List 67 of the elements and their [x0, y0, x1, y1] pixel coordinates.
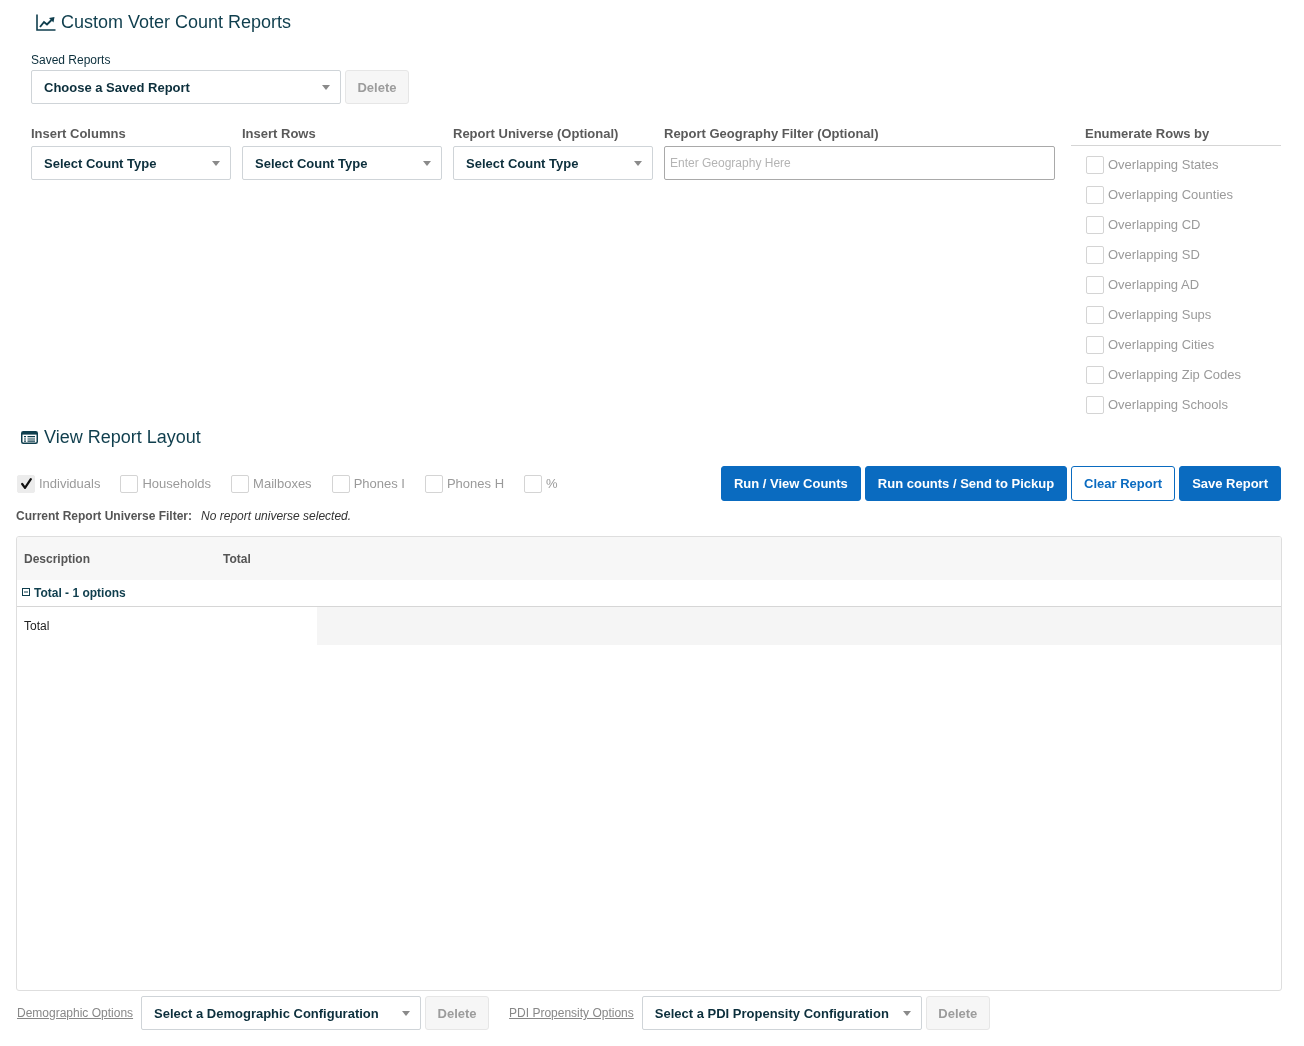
field-label: Saved Reports — [31, 52, 111, 68]
count-type-dropdown[interactable]: Select Count Type — [242, 146, 442, 180]
field-label: Report Universe (Optional) — [453, 126, 620, 142]
checkbox[interactable] — [331, 474, 350, 493]
checkbox[interactable] — [120, 474, 139, 493]
options-link[interactable]: PDI Propensity Options — [509, 1005, 634, 1021]
checkbox[interactable] — [1086, 246, 1104, 264]
checkbox[interactable] — [231, 474, 250, 493]
configuration-dropdown[interactable]: Select a PDI Propensity Configuration — [641, 996, 922, 1030]
checkbox[interactable] — [1086, 156, 1104, 174]
checkbox-label: Overlapping CD — [1108, 217, 1201, 233]
field-label: Insert Rows — [242, 126, 317, 142]
count-type-dropdown[interactable]: Select Count Type — [453, 146, 653, 180]
checkbox-label: Overlapping Sups — [1108, 307, 1212, 323]
section-label: Enumerate Rows by — [1071, 126, 1281, 146]
action-button[interactable]: Run counts / Send to Pickup — [864, 466, 1068, 501]
options-link[interactable]: Demographic Options — [17, 1005, 134, 1021]
column-header: Description — [23, 550, 91, 567]
configuration-dropdown[interactable]: Select a Demographic Configuration — [141, 996, 422, 1030]
checkbox[interactable] — [1086, 276, 1104, 294]
caret-icon — [212, 160, 220, 166]
checkbox-label: Overlapping Cities — [1108, 337, 1215, 353]
checkbox[interactable] — [17, 474, 35, 493]
checkbox-label: Households — [142, 475, 212, 492]
caret-icon — [634, 160, 642, 166]
checkbox[interactable] — [1086, 366, 1104, 384]
list-icon — [21, 430, 38, 444]
row-label: Total — [23, 618, 51, 635]
action-button[interactable]: Run / View Counts — [720, 466, 861, 501]
page-title: Custom Voter Count Reports — [61, 11, 292, 34]
checkbox-label: Mailboxes — [253, 475, 312, 492]
action-button[interactable]: Clear Report — [1071, 466, 1176, 501]
checkmark-icon — [20, 478, 32, 489]
filter-value: No report universe selected. — [201, 508, 352, 524]
checkbox[interactable] — [1086, 306, 1104, 324]
checkbox-label: Phones H — [446, 475, 505, 492]
group-label: Total - 1 options — [34, 585, 126, 601]
checkbox[interactable] — [1086, 186, 1104, 204]
checkbox-label: Phones I — [353, 475, 405, 492]
checkbox-label: % — [546, 475, 558, 492]
text-input[interactable]: Enter Geography Here — [664, 146, 1055, 180]
checkbox-label: Individuals — [39, 475, 101, 492]
filter-label: Current Report Universe Filter: — [16, 508, 193, 524]
checkbox[interactable] — [1086, 396, 1104, 414]
checkbox[interactable] — [424, 474, 443, 493]
line-chart-icon — [36, 13, 56, 31]
caret-icon — [322, 84, 330, 90]
column-header: Total — [222, 550, 252, 567]
checkbox-label: Overlapping AD — [1108, 277, 1200, 293]
report-dropdown[interactable]: Choose a Saved Report — [31, 70, 341, 104]
checkbox[interactable] — [1086, 216, 1104, 234]
minus-box-icon[interactable] — [22, 587, 30, 596]
checkbox-label: Overlapping Schools — [1108, 397, 1228, 413]
field-label: Report Geography Filter (Optional) — [664, 126, 880, 142]
field-label: Insert Columns — [31, 126, 127, 142]
caret-icon — [402, 1010, 411, 1016]
count-type-dropdown[interactable]: Select Count Type — [31, 146, 231, 180]
checkbox-label: Overlapping Counties — [1108, 187, 1234, 203]
action-button[interactable]: Save Report — [1179, 466, 1281, 501]
caret-icon — [902, 1010, 911, 1016]
caret-icon — [423, 160, 431, 166]
checkbox-label: Overlapping SD — [1108, 247, 1200, 263]
checkbox[interactable] — [1086, 336, 1104, 354]
section-title: View Report Layout — [44, 426, 201, 449]
checkbox-label: Overlapping Zip Codes — [1108, 367, 1241, 383]
checkbox[interactable] — [524, 474, 543, 493]
checkbox-label: Overlapping States — [1108, 157, 1219, 173]
